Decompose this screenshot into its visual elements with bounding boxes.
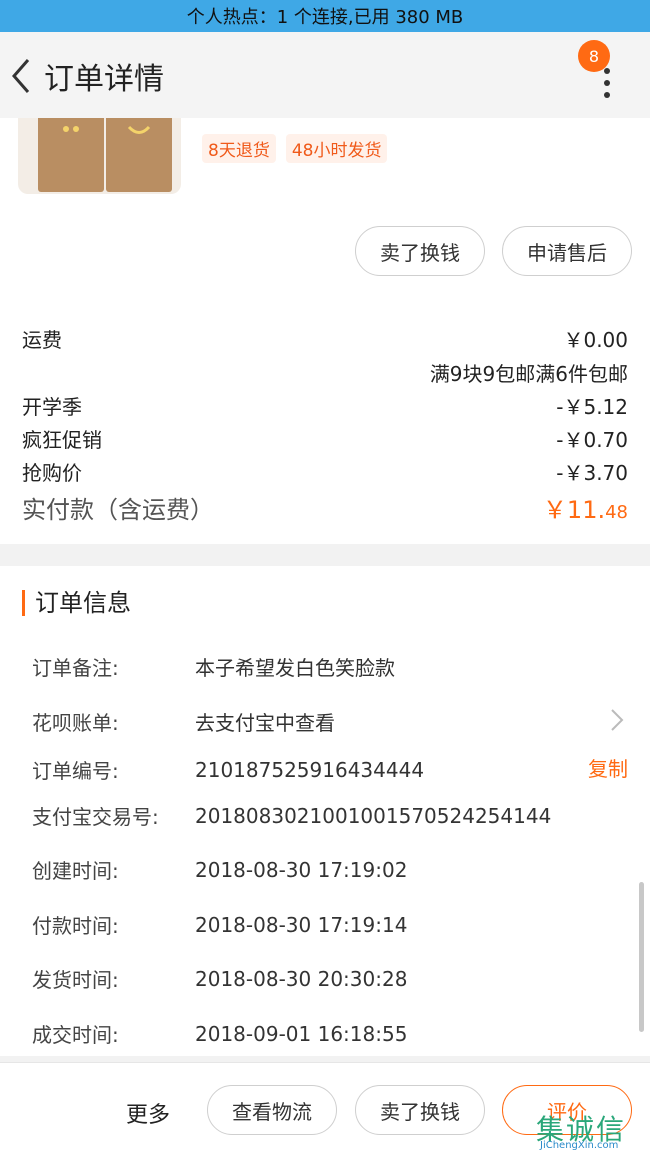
apply-aftersale-button[interactable]: 申请售后 xyxy=(502,226,632,276)
price-row-flash-price: 抢购价 -￥3.70 xyxy=(22,461,628,485)
shipped-time-row: 发货时间: 2018-08-30 20:30:28 xyxy=(32,966,408,993)
page-title: 订单详情 xyxy=(44,62,164,97)
header: 订单详情 xyxy=(0,32,650,118)
price-row-shipping: 运费 ￥0.00 xyxy=(22,328,628,352)
price-row-free-shipping-rule: 满9块9包邮满6件包邮 xyxy=(429,362,628,386)
order-remark-row: 订单备注: 本子希望发白色笑脸款 xyxy=(32,656,395,680)
view-logistics-button[interactable]: 查看物流 xyxy=(207,1085,337,1135)
tag-shipping: 48小时发货 xyxy=(285,134,388,163)
paid-time-row: 付款时间: 2018-08-30 17:19:14 xyxy=(32,912,408,939)
sell-exchange-button[interactable]: 卖了换钱 xyxy=(355,226,485,276)
smiley-icon xyxy=(127,125,151,134)
product-tags: 8天退货 48小时发货 xyxy=(202,134,388,163)
total-amount: ￥11.48 xyxy=(542,496,628,524)
more-vertical-icon xyxy=(604,68,612,104)
smiley-icon xyxy=(63,126,79,132)
chevron-right-icon xyxy=(611,709,624,731)
order-summary-card: 8天退货 48小时发货 卖了换钱 申请售后 运费 ￥0.00 满9块9包邮满6件包… xyxy=(0,118,650,544)
order-info-card: 订单信息 订单备注: 本子希望发白色笑脸款 花呗账单: 去支付宝中查看 订单编号… xyxy=(0,566,650,1056)
watermark-logo: 集诚信 JiChengXin.com xyxy=(536,1113,627,1151)
order-number-row: 订单编号: 210187525916434444 xyxy=(32,757,425,784)
total-label: 实付款（含运费） xyxy=(22,496,214,524)
scrollbar[interactable] xyxy=(639,882,644,1032)
notebook-image xyxy=(106,118,172,192)
price-row-discount-school: 开学季 -￥5.12 xyxy=(22,395,628,419)
product-image[interactable] xyxy=(18,118,181,194)
huabei-bill-row[interactable]: 花呗账单: 去支付宝中查看 xyxy=(32,707,628,736)
completed-time-row: 成交时间: 2018-09-01 16:18:55 xyxy=(32,1021,408,1048)
more-button[interactable]: 更多 xyxy=(126,1097,170,1129)
copy-order-number-button[interactable]: 复制 xyxy=(588,753,628,782)
price-row-discount-promo: 疯狂促销 -￥0.70 xyxy=(22,428,628,452)
alipay-transaction-row: 支付宝交易号: 2018083021001001570524254144 xyxy=(32,803,552,830)
back-arrow-icon[interactable] xyxy=(6,54,36,98)
notebook-image xyxy=(38,118,104,192)
order-info-title: 订单信息 xyxy=(22,590,131,616)
created-time-row: 创建时间: 2018-08-30 17:19:02 xyxy=(32,857,408,884)
tag-return: 8天退货 xyxy=(202,134,276,163)
notification-badge: 8 xyxy=(578,40,610,72)
total-payment-row: 实付款（含运费） ￥11.48 xyxy=(22,490,628,525)
sell-exchange-footer-button[interactable]: 卖了换钱 xyxy=(355,1085,485,1135)
hotspot-status-bar: 个人热点：1 个连接,已用 380 MB xyxy=(0,0,650,32)
